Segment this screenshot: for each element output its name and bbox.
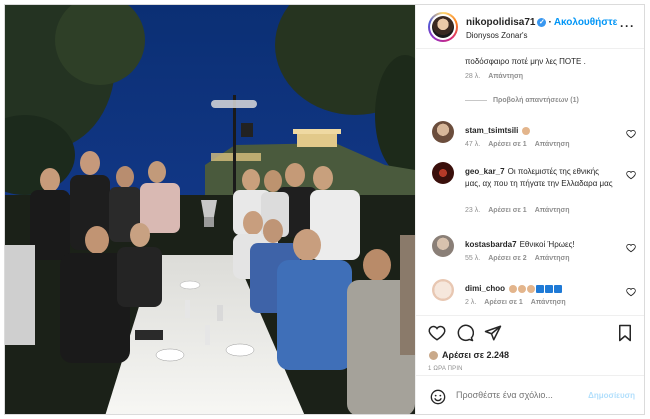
comment-meta: 23 λ. Αρέσει σε 1 Απάντηση	[465, 207, 570, 214]
raised-hands-emoji-icon	[518, 284, 527, 293]
view-replies-label: Προβολή απαντήσεων (1)	[493, 97, 579, 104]
clap-emoji-icon	[522, 126, 531, 135]
send-icon[interactable]	[484, 324, 502, 342]
comment-heart-icon[interactable]	[626, 287, 636, 297]
flag-emoji-icon	[554, 284, 563, 293]
comment-heart-icon[interactable]	[626, 243, 636, 253]
author-avatar[interactable]	[428, 12, 458, 42]
comment-heart-icon[interactable]	[626, 170, 636, 180]
comment-body: dimi_choo	[465, 283, 615, 295]
reply-button[interactable]: Απάντηση	[535, 207, 570, 214]
flag-emoji-icon	[545, 284, 554, 293]
post-actions: Αρέσει σε 2.248 1 ΩΡΑ ΠΡΙΝ	[416, 315, 644, 375]
add-comment-bar: Δημοσίευση	[416, 375, 644, 414]
post-time: 1 ΩΡΑ ΠΡΙΝ	[428, 366, 463, 372]
comment-body: stam_tsimtsili	[465, 125, 615, 137]
comment-body: kostasbarda7 Εθνικοί Ήρωες!	[465, 239, 615, 251]
comment-heart-icon[interactable]	[626, 129, 636, 139]
bookmark-icon[interactable]	[616, 324, 634, 342]
comment-time: 28 λ.	[465, 73, 481, 80]
comment-time: 47 λ.	[465, 141, 481, 148]
comment-meta: 2 λ. Αρέσει σε 1 Απάντηση	[465, 299, 566, 306]
comment-username[interactable]: kostasbarda7	[465, 240, 517, 249]
raised-hands-emoji-icon	[509, 284, 518, 293]
commenter-avatar[interactable]	[432, 121, 454, 143]
comment-username[interactable]: stam_tsimtsili	[465, 126, 518, 135]
comment-likes[interactable]: Αρέσει σε 2	[488, 255, 527, 262]
comment-meta: 47 λ. Αρέσει σε 1 Απάντηση	[465, 141, 570, 148]
author-username[interactable]: nikopolidisa71	[466, 17, 535, 28]
comment-text: Εθνικοί Ήρωες!	[519, 240, 575, 249]
post-frame: nikopolidisa71 ✓ · Ακολουθήστε Dionysos Zon…	[4, 4, 645, 415]
comment-time: 55 λ.	[465, 255, 481, 262]
view-replies-button[interactable]: Προβολή απαντήσεων (1)	[465, 97, 579, 104]
post-header: nikopolidisa71 ✓ · Ακολουθήστε Dionysos Zon…	[416, 5, 644, 49]
commenter-avatar[interactable]	[432, 235, 454, 257]
author-line: nikopolidisa71 ✓ · Ακολουθήστε	[466, 17, 618, 28]
comment-likes[interactable]: Αρέσει σε 1	[484, 299, 523, 306]
comments-list[interactable]: ποδόσφαιρο ποτέ μην λες ΠΟΤΕ . 28 λ. Απάν…	[416, 49, 644, 315]
reply-button[interactable]: Απάντηση	[535, 255, 570, 262]
follow-button[interactable]: Ακολουθήστε	[554, 17, 618, 28]
likes-count[interactable]: Αρέσει σε 2.248	[428, 350, 510, 362]
reply-button[interactable]: Απάντηση	[535, 141, 570, 148]
comment-input[interactable]	[456, 390, 576, 400]
comment-time: 23 λ.	[465, 207, 481, 214]
commenter-avatar[interactable]	[432, 162, 454, 184]
post-location[interactable]: Dionysos Zonar's	[466, 31, 528, 40]
commenter-avatar[interactable]	[432, 279, 454, 301]
likes-text: Αρέσει σε 2.248	[442, 350, 510, 360]
comment-time: 2 λ.	[465, 299, 477, 306]
post-photo[interactable]	[5, 5, 415, 414]
ellipsis-icon[interactable]: ···	[620, 19, 635, 33]
comment-username[interactable]: dimi_choo	[465, 284, 505, 293]
raised-hands-emoji-icon	[527, 284, 536, 293]
comment-username[interactable]: geo_kar_7	[465, 167, 505, 176]
heart-icon[interactable]	[428, 324, 446, 342]
post-comment-button[interactable]: Δημοσίευση	[588, 391, 635, 400]
flag-emoji-icon	[536, 284, 545, 293]
previous-comment-text: ποδόσφαιρο ποτέ μην λες ΠΟΤΕ .	[465, 57, 586, 66]
reply-button[interactable]: Απάντηση	[488, 73, 523, 80]
liker-avatar	[428, 350, 439, 362]
comment-likes[interactable]: Αρέσει σε 1	[488, 141, 527, 148]
comment-likes[interactable]: Αρέσει σε 1	[488, 207, 527, 214]
verified-badge-icon: ✓	[537, 17, 547, 27]
comment-meta: 55 λ. Αρέσει σε 2 Απάντηση	[465, 255, 570, 262]
comment-body: geo_kar_7 Οι πολεμιστές της εθνικής μας, …	[465, 166, 615, 190]
comment-icon[interactable]	[456, 324, 474, 342]
post-side-panel: nikopolidisa71 ✓ · Ακολουθήστε Dionysos Zon…	[415, 5, 644, 414]
smiley-icon[interactable]	[430, 389, 446, 405]
divider	[465, 99, 487, 101]
previous-comment-meta: 28 λ. Απάντηση	[465, 73, 523, 80]
reply-button[interactable]: Απάντηση	[531, 299, 566, 306]
